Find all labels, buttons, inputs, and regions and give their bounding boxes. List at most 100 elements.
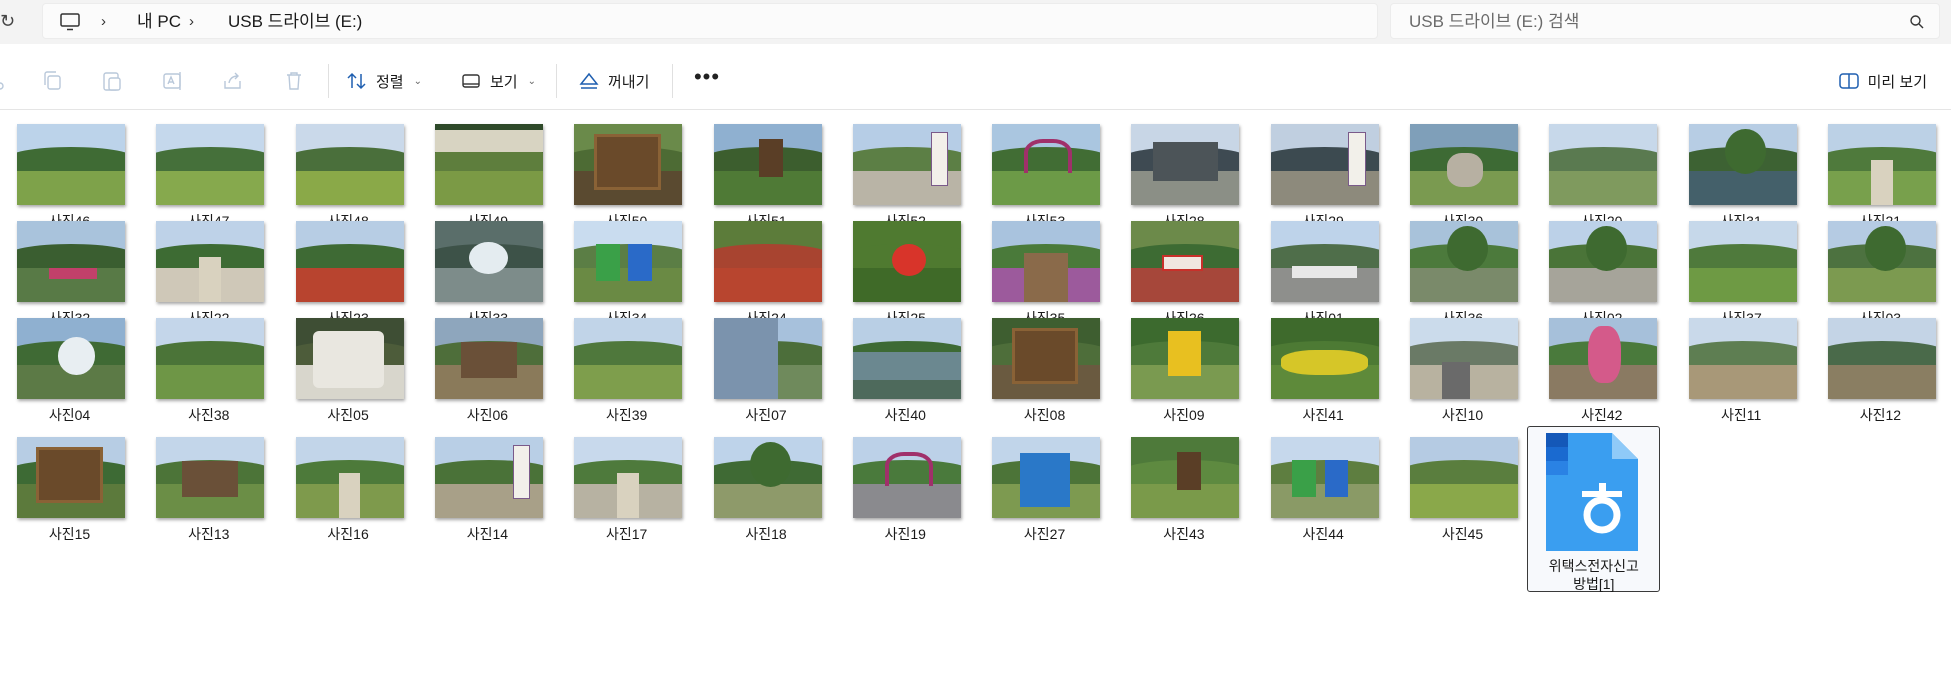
file-name: 사진08 xyxy=(1023,407,1066,423)
info-board xyxy=(1011,327,1079,385)
breadcrumb-this-pc[interactable]: 내 PC xyxy=(137,13,181,31)
file-item-photo[interactable]: 사진45 xyxy=(1393,433,1532,548)
rename-icon[interactable] xyxy=(161,69,185,93)
photo-thumbnail xyxy=(1131,437,1240,518)
file-item-photo[interactable]: 사진08 xyxy=(975,314,1114,429)
dock xyxy=(1442,361,1471,399)
file-item-photo[interactable]: 사진38 xyxy=(139,314,278,429)
photo-thumbnail xyxy=(17,318,125,399)
file-name: 사진07 xyxy=(745,407,787,423)
sign-post xyxy=(1176,451,1201,491)
file-name: 사진10 xyxy=(1441,407,1484,423)
paste-icon[interactable] xyxy=(100,69,124,93)
parked-cars xyxy=(1292,266,1358,278)
view-button[interactable]: 보기 ⌄ xyxy=(460,66,536,96)
delete-icon[interactable] xyxy=(282,69,306,93)
walkway xyxy=(199,257,222,302)
file-item-photo[interactable]: 사진42 xyxy=(1532,314,1671,429)
photo-thumbnail xyxy=(295,221,404,302)
file-name: 사진18 xyxy=(745,526,787,542)
cut-icon[interactable] xyxy=(0,69,12,93)
walkway xyxy=(1871,160,1893,205)
chevron-right-icon[interactable]: › xyxy=(101,13,106,31)
chevron-right-icon[interactable]: › xyxy=(189,13,194,31)
building xyxy=(1152,141,1218,181)
file-name: 위택스전자신고 방법[1] xyxy=(1527,557,1660,593)
sort-button[interactable]: 정렬 ⌄ xyxy=(346,66,422,96)
file-item-photo[interactable]: 사진04 xyxy=(0,314,139,429)
thumb-hill xyxy=(156,340,265,365)
preview-label: 미리 보기 xyxy=(1867,73,1927,91)
eject-button[interactable]: 꺼내기 xyxy=(578,66,649,96)
walkway xyxy=(338,473,361,518)
blue-gate xyxy=(1020,453,1070,507)
sign-banner xyxy=(434,130,543,152)
refresh-icon[interactable]: ↻ xyxy=(0,9,16,33)
pavilion xyxy=(182,461,239,497)
view-label: 보기 xyxy=(490,73,518,91)
file-item-photo[interactable]: 사진39 xyxy=(557,314,696,429)
photo-thumbnail xyxy=(1270,221,1379,302)
preview-pane-button[interactable]: 미리 보기 xyxy=(1838,66,1927,96)
breadcrumb-usb-drive[interactable]: USB 드라이브 (E:) xyxy=(228,13,362,31)
poppy-flower xyxy=(891,243,927,277)
file-item-photo[interactable]: 사진40 xyxy=(836,314,975,429)
photo-thumbnail xyxy=(574,221,683,302)
photo-thumbnail xyxy=(713,318,822,399)
photo-thumbnail xyxy=(1549,318,1658,399)
file-name: 사진40 xyxy=(884,407,926,423)
file-item-photo[interactable]: 사진12 xyxy=(1811,314,1950,429)
file-item-photo[interactable]: 사진07 xyxy=(697,314,836,429)
file-item-document[interactable]: 위택스전자신고 방법[1] xyxy=(1527,426,1671,593)
photo-thumbnail xyxy=(1827,318,1936,399)
view-icon xyxy=(462,74,480,88)
photo-thumbnail xyxy=(17,124,125,205)
photo-thumbnail xyxy=(1827,221,1936,302)
file-item-photo[interactable]: 사진43 xyxy=(1114,433,1253,548)
photo-thumbnail xyxy=(17,221,125,302)
photo-thumbnail xyxy=(1410,124,1518,205)
photo-thumbnail xyxy=(1688,124,1797,205)
file-grid: 사진46사진47사진48사진49사진50사진51사진52사진53사진28사진29… xyxy=(0,120,1951,689)
file-item-photo[interactable]: 사진19 xyxy=(836,433,975,548)
file-item-photo[interactable]: 사진18 xyxy=(697,433,836,548)
file-item-photo[interactable]: 사진15 xyxy=(0,433,139,548)
file-item-photo[interactable]: 사진16 xyxy=(279,433,418,548)
file-item-photo[interactable]: 사진05 xyxy=(279,314,418,429)
file-name: 사진27 xyxy=(1023,526,1066,542)
monitor-icon[interactable] xyxy=(59,13,81,31)
search-icon[interactable] xyxy=(1909,14,1925,30)
photo-thumbnail xyxy=(17,437,125,518)
sort-icon xyxy=(347,72,366,90)
address-bar[interactable]: › 내 PC › USB 드라이브 (E:) xyxy=(42,3,1378,39)
file-item-photo[interactable]: 사진17 xyxy=(557,433,696,548)
signboard xyxy=(1168,330,1201,377)
file-item-photo[interactable]: 사진11 xyxy=(1672,314,1811,429)
file-name: 사진12 xyxy=(1859,407,1902,423)
file-item-photo[interactable]: 사진44 xyxy=(1254,433,1393,548)
preview-pane-icon xyxy=(1838,73,1859,89)
sign-post xyxy=(1348,132,1366,186)
file-item-photo[interactable]: 사진13 xyxy=(139,433,278,548)
thumb-hill xyxy=(295,146,404,171)
photo-thumbnail xyxy=(1131,318,1240,399)
photo-thumbnail xyxy=(1131,124,1240,205)
tree xyxy=(1446,225,1488,272)
file-item-photo[interactable]: 사진41 xyxy=(1254,314,1393,429)
thumb-hill xyxy=(713,243,822,268)
file-name: 사진14 xyxy=(466,526,509,542)
photo-thumbnail xyxy=(295,124,404,205)
file-item-photo[interactable]: 사진27 xyxy=(975,433,1114,548)
pavilion xyxy=(460,342,517,378)
file-name: 사진16 xyxy=(327,526,369,542)
search-input[interactable]: USB 드라이브 (E:) 검색 xyxy=(1390,3,1940,39)
file-item-photo[interactable]: 사진14 xyxy=(418,433,557,548)
file-name: 사진09 xyxy=(1163,407,1205,423)
share-icon[interactable] xyxy=(221,69,245,93)
photo-thumbnail xyxy=(1549,221,1658,302)
file-item-photo[interactable]: 사진10 xyxy=(1393,314,1532,429)
file-item-photo[interactable]: 사진06 xyxy=(418,314,557,429)
file-item-photo[interactable]: 사진09 xyxy=(1114,314,1253,429)
copy-icon[interactable] xyxy=(41,69,65,93)
more-options-button[interactable]: ••• xyxy=(692,66,722,96)
